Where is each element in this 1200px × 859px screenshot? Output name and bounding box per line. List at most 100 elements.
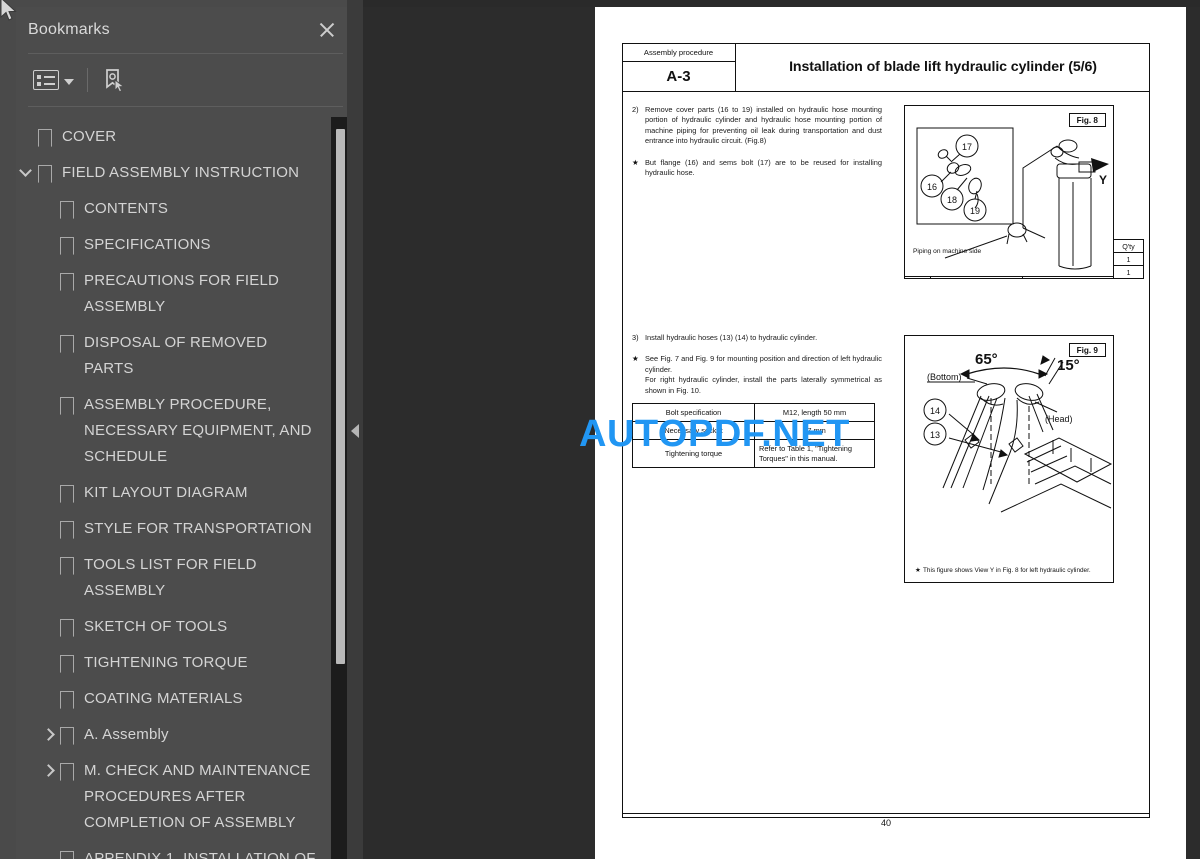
bookmark-icon [60, 237, 74, 255]
paragraph-2-marker: 2) [632, 105, 639, 114]
svg-text:16: 16 [927, 182, 937, 192]
bolt-table-key: Necessary socket [632, 421, 755, 440]
bookmark-item-label: PRECAUTIONS FOR FIELD ASSEMBLY [84, 272, 280, 315]
procedure-kicker: Assembly procedure [622, 43, 735, 62]
bookmark-item-label: DISPOSAL OF REMOVED PARTS [84, 334, 268, 377]
svg-text:13: 13 [930, 430, 940, 440]
bookmark-icon [60, 691, 74, 709]
bookmark-item[interactable]: SPECIFICATIONS [16, 227, 355, 263]
procedure-code: A-3 [666, 68, 691, 85]
mouse-cursor [0, 0, 20, 24]
svg-text:14: 14 [930, 406, 940, 416]
document-content: Assembly procedure A-3 Installation of b… [622, 43, 1150, 818]
page-title: Bookmarks [28, 21, 110, 38]
figure-8-caption: Piping on machine side [913, 248, 982, 255]
bookmark-item[interactable]: PRECAUTIONS FOR FIELD ASSEMBLY [16, 263, 355, 325]
bookmark-item-label: COATING MATERIALS [84, 690, 243, 707]
bolt-table-key: Tightening torque [632, 439, 755, 468]
figure-9-label-bottom: (Bottom) [927, 372, 962, 382]
bookmark-item[interactable]: FIELD ASSEMBLY INSTRUCTION [16, 155, 355, 191]
paragraph-3-text: Install hydraulic hoses (13) (14) to hyd… [645, 333, 818, 342]
bookmark-item[interactable]: COVER [16, 119, 355, 155]
bookmark-item-label: KIT LAYOUT DIAGRAM [84, 484, 248, 501]
note-2: ★ See Fig. 7 and Fig. 9 for mounting pos… [632, 354, 882, 396]
bolt-table-row: Necessary socket 17 mm [632, 421, 875, 440]
bookmarks-toolbar [16, 54, 355, 106]
bookmark-item[interactable]: DISPOSAL OF REMOVED PARTS [16, 325, 355, 387]
figure-9-angle-2: 15° [1057, 357, 1080, 374]
bookmark-item[interactable]: ASSEMBLY PROCEDURE, NECESSARY EQUIPMENT,… [16, 387, 355, 475]
svg-text:17: 17 [962, 142, 972, 152]
new-bookmark-button[interactable] [98, 64, 130, 96]
figure-9-angle-1: 65° [975, 351, 998, 368]
figure-9: Fig. 9 14 13 65° 15° (Bottom) (Head) ★ T… [904, 335, 1114, 583]
pdf-viewer-canvas[interactable]: Assembly procedure A-3 Installation of b… [363, 7, 1200, 859]
bolt-table-value: 17 mm [754, 421, 875, 440]
bookmark-icon [38, 129, 52, 147]
bookmark-item[interactable]: KIT LAYOUT DIAGRAM [16, 475, 355, 511]
figure-9-label-head: (Head) [1045, 414, 1073, 424]
paragraph-2: 2) Remove cover parts (16 to 19) install… [632, 105, 882, 147]
sidebar-inner-panel: Bookmarks COVER FIELD ASSEMBLY INSTRUCTI… [16, 7, 355, 859]
bookmark-cursor-icon [101, 67, 127, 93]
paragraph-2-text: Remove cover parts (16 to 19) installed … [645, 105, 882, 146]
bookmark-item-label: TOOLS LIST FOR FIELD ASSEMBLY [84, 556, 257, 599]
note-2-marker: ★ [632, 354, 639, 364]
parts-table-cell: 1 [1113, 265, 1144, 279]
bookmark-item-label: STYLE FOR TRANSPORTATION [84, 520, 312, 537]
footer-rule [622, 813, 1150, 815]
bookmark-item-label: SKETCH OF TOOLS [84, 618, 228, 635]
left-text-column-2: 3) Install hydraulic hoses (13) (14) to … [632, 333, 882, 398]
header-rule [622, 91, 1150, 93]
bookmarks-tree[interactable]: COVER FIELD ASSEMBLY INSTRUCTION CONTENTS S… [16, 107, 355, 859]
bookmark-icon [60, 521, 74, 539]
bookmark-icon [60, 335, 74, 353]
bolt-table-value: Refer to Table 1, "Tightening Torques" i… [754, 439, 875, 468]
document-title: Installation of blade lift hydraulic cyl… [789, 59, 1097, 75]
bookmark-item[interactable]: COATING MATERIALS [16, 681, 355, 717]
paragraph-3-marker: 3) [632, 333, 639, 342]
bookmark-item-label: APPENDIX 1. INSTALLATION OF SPILL GUARDS [84, 850, 316, 859]
bookmark-options-button[interactable] [30, 67, 77, 93]
bookmark-item[interactable]: TOOLS LIST FOR FIELD ASSEMBLY [16, 547, 355, 609]
note-1-marker: ★ [632, 157, 639, 167]
chevron-right-icon[interactable] [38, 758, 60, 784]
note-2-line2: For right hydraulic cylinder, install th… [645, 375, 882, 395]
bookmark-item[interactable]: M. CHECK AND MAINTENANCE PROCEDURES AFTE… [16, 753, 355, 841]
chevron-right-icon[interactable] [38, 722, 60, 748]
bolt-specification-table: Bolt specification M12, length 50 mm Neces… [632, 403, 875, 468]
chevron-left-icon [351, 424, 359, 438]
paragraph-3: 3) Install hydraulic hoses (13) (14) to … [632, 333, 882, 343]
bookmark-item[interactable]: SKETCH OF TOOLS [16, 609, 355, 645]
bookmark-item-label: TIGHTENING TORQUE [84, 654, 248, 671]
sidebar-collapse-handle[interactable] [347, 0, 363, 859]
figure-9-badge: Fig. 9 [1068, 343, 1106, 357]
parts-table-cell: 1 [1113, 252, 1144, 266]
bookmark-icon [60, 851, 74, 859]
chevron-down-icon[interactable] [16, 160, 38, 186]
bookmark-icon [60, 727, 74, 745]
bookmark-icon [60, 655, 74, 673]
bookmark-item-label: CONTENTS [84, 200, 169, 217]
chevron-down-icon [64, 78, 74, 85]
bookmark-icon [60, 273, 74, 291]
procedure-code-cell: Assembly procedure A-3 [622, 43, 736, 91]
bookmark-icon [38, 165, 52, 183]
close-icon[interactable] [315, 18, 339, 42]
svg-text:18: 18 [947, 195, 957, 205]
bookmark-icon [60, 397, 74, 415]
bookmark-item[interactable]: A. Assembly [16, 717, 355, 753]
bookmark-icon [60, 619, 74, 637]
figure-8-badge: Fig. 8 [1068, 113, 1106, 127]
bookmark-item[interactable]: CONTENTS [16, 191, 355, 227]
sidebar-scrollbar-thumb[interactable] [336, 129, 345, 664]
bookmark-item[interactable]: TIGHTENING TORQUE [16, 645, 355, 681]
bookmark-item[interactable]: APPENDIX 1. INSTALLATION OF SPILL GUARDS [16, 841, 355, 859]
page-number: 40 [880, 818, 891, 828]
note-1: ★ But flange (16) and sems bolt (17) are… [632, 158, 882, 179]
bookmark-item[interactable]: STYLE FOR TRANSPORTATION [16, 511, 355, 547]
bookmark-item-label: A. Assembly [84, 726, 169, 743]
figure-9-drawing: 14 13 65° 15° (Bottom) (Head) [923, 351, 1113, 513]
